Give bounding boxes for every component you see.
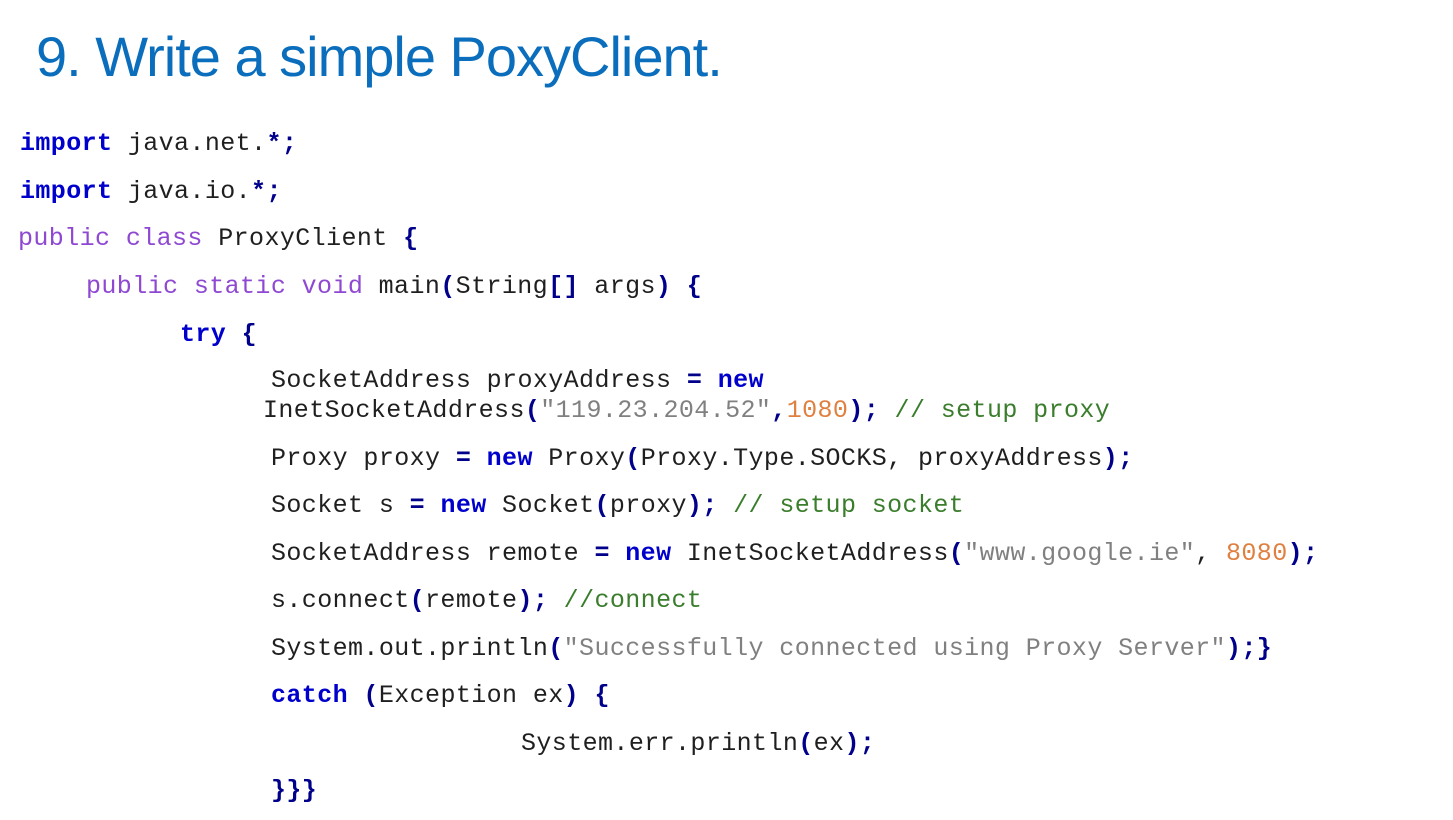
code-line: System.err.println(ex); bbox=[521, 729, 875, 759]
code-token: proxy bbox=[609, 491, 687, 520]
code-token: , bbox=[1195, 539, 1226, 568]
code-token: SocketAddress remote bbox=[271, 539, 595, 568]
code-token: 1080 bbox=[786, 396, 849, 425]
code-token: new bbox=[486, 444, 533, 473]
code-token: ); bbox=[686, 491, 718, 520]
code-token: //connect bbox=[563, 586, 703, 615]
code-token: ); bbox=[848, 396, 880, 425]
code-token: new bbox=[717, 366, 764, 395]
code-token: "Successfully connected using Proxy Serv… bbox=[563, 634, 1226, 663]
code-token: ProxyClient bbox=[202, 224, 404, 253]
code-token: ( bbox=[524, 396, 541, 425]
code-token: ( bbox=[409, 586, 426, 615]
code-token: new bbox=[625, 539, 672, 568]
code-token: );} bbox=[1225, 634, 1273, 663]
code-token: = bbox=[686, 366, 703, 395]
code-line: try { bbox=[180, 320, 257, 350]
code-token: { bbox=[686, 272, 703, 301]
code-token: // setup proxy bbox=[894, 396, 1111, 425]
code-token: InetSocketAddress bbox=[263, 396, 525, 425]
code-token: ); bbox=[1287, 539, 1319, 568]
code-token: remote bbox=[425, 586, 518, 615]
code-token: public class bbox=[18, 224, 203, 253]
code-token: import bbox=[20, 177, 113, 206]
code-token: try bbox=[180, 320, 227, 349]
code-token: public static void bbox=[86, 272, 364, 301]
code-line: import java.io.*; bbox=[20, 177, 282, 207]
code-token: new bbox=[440, 491, 487, 520]
code-token: Proxy bbox=[532, 444, 626, 473]
code-token: main bbox=[363, 272, 441, 301]
code-token: System.err.println bbox=[521, 729, 799, 758]
code-token: InetSocketAddress bbox=[671, 539, 949, 568]
code-line: }}} bbox=[271, 776, 317, 806]
code-line: Socket s = new Socket(proxy); // setup s… bbox=[271, 491, 964, 521]
code-token: , bbox=[771, 396, 787, 425]
code-token: ( bbox=[948, 539, 965, 568]
code-token: Proxy proxy bbox=[271, 444, 456, 473]
code-token: ( bbox=[625, 444, 641, 473]
code-token: "www.google.ie" bbox=[964, 539, 1196, 568]
code-token: { bbox=[594, 681, 610, 710]
code-line: s.connect(remote); //connect bbox=[271, 586, 702, 616]
code-token: }}} bbox=[271, 776, 318, 805]
code-line: InetSocketAddress("119.23.204.52",1080);… bbox=[263, 396, 1110, 426]
code-token: { bbox=[403, 224, 419, 253]
code-line: System.out.println("Successfully connect… bbox=[271, 634, 1272, 664]
code-token: s.connect bbox=[271, 586, 410, 615]
code-line: Proxy proxy = new Proxy(Proxy.Type.SOCKS… bbox=[271, 444, 1134, 474]
code-token: ( bbox=[798, 729, 814, 758]
code-token: // setup socket bbox=[733, 491, 965, 520]
slide-title: 9. Write a simple PoxyClient. bbox=[36, 25, 723, 88]
code-token: *; bbox=[251, 177, 282, 206]
code-line: public class ProxyClient { bbox=[18, 224, 418, 254]
code-token: ); bbox=[1102, 444, 1134, 473]
code-token: System.out.println bbox=[271, 634, 549, 663]
code-line: SocketAddress remote = new InetSocketAdd… bbox=[271, 539, 1318, 569]
code-token: Socket s bbox=[271, 491, 410, 520]
code-token: SocketAddress proxyAddress bbox=[271, 366, 687, 395]
code-token: Proxy.Type.SOCKS, proxyAddress bbox=[640, 444, 1103, 473]
code-token: java.io. bbox=[112, 177, 252, 206]
code-line: SocketAddress proxyAddress = new bbox=[271, 366, 764, 396]
code-token: ) bbox=[655, 272, 672, 301]
code-token: { bbox=[241, 320, 258, 349]
code-token: [] bbox=[548, 272, 579, 301]
code-token: = bbox=[409, 491, 426, 520]
code-token: ) bbox=[563, 681, 580, 710]
code-token: 8080 bbox=[1226, 539, 1288, 568]
code-line: public static void main(String[] args) { bbox=[86, 272, 702, 302]
code-token: ( bbox=[594, 491, 610, 520]
code-token: ); bbox=[844, 729, 876, 758]
code-token: import bbox=[20, 129, 113, 158]
code-token: ex bbox=[813, 729, 845, 758]
code-token: catch bbox=[271, 681, 349, 710]
code-token: args bbox=[578, 272, 656, 301]
code-token: *; bbox=[266, 129, 298, 158]
code-token: ( bbox=[363, 681, 379, 710]
code-token: java.net. bbox=[112, 129, 267, 158]
code-token: ( bbox=[548, 634, 564, 663]
code-line: catch (Exception ex) { bbox=[271, 681, 610, 711]
code-token: = bbox=[594, 539, 610, 568]
code-token: Socket bbox=[486, 491, 595, 520]
code-token: ( bbox=[440, 272, 456, 301]
code-token: "119.23.204.52" bbox=[540, 396, 772, 425]
code-token: String bbox=[455, 272, 549, 301]
code-line: import java.net.*; bbox=[20, 129, 297, 159]
code-token: = bbox=[455, 444, 472, 473]
code-token: Exception ex bbox=[378, 681, 564, 710]
code-token: ); bbox=[517, 586, 549, 615]
